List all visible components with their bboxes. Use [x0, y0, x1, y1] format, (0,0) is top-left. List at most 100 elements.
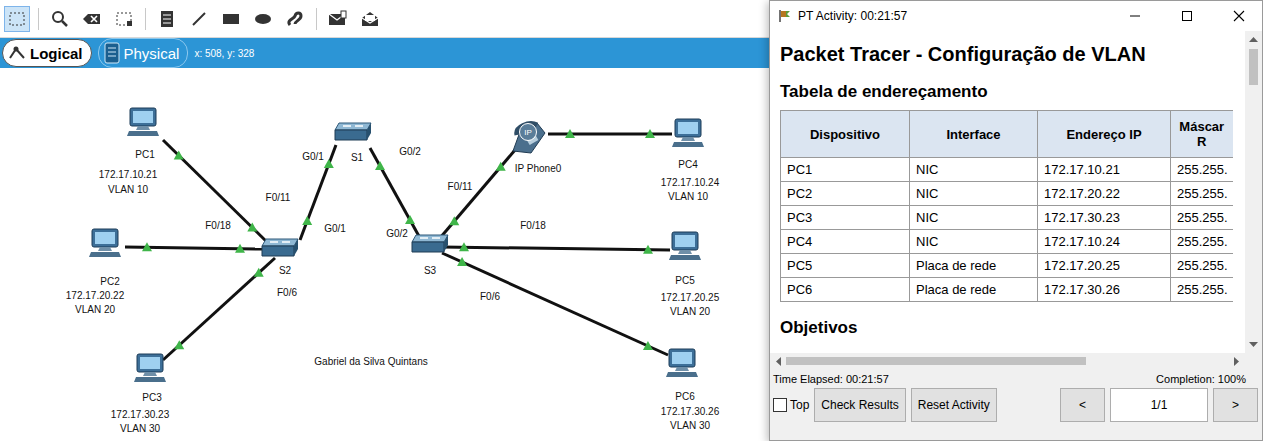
pc-node[interactable] [668, 231, 702, 261]
vlan-label: VLAN 10 [108, 184, 148, 196]
port-label: G0/1 [302, 151, 324, 163]
check-results-button[interactable]: Check Results [814, 388, 905, 422]
complex-pdu-icon [360, 10, 380, 28]
toolbar-separator [145, 8, 146, 30]
delete-tool[interactable] [79, 6, 105, 32]
table-cell: 172.17.20.22 [1038, 182, 1171, 206]
next-button[interactable]: > [1213, 388, 1258, 422]
reset-activity-button[interactable]: Reset Activity [911, 388, 997, 422]
rack-icon [104, 42, 120, 64]
table-row: PC1NIC172.17.10.21255.255. [781, 158, 1233, 182]
device-label: IP Phone0 [515, 163, 562, 175]
table-cell: PC2 [781, 182, 910, 206]
network-link[interactable] [442, 253, 668, 355]
computer-icon [126, 107, 160, 137]
link-status-icon [405, 215, 415, 224]
time-elapsed: Time Elapsed: 00:21:57 [773, 373, 889, 385]
device-label: PC4 [678, 159, 697, 171]
link-status-icon [459, 242, 469, 251]
resize-tool[interactable] [111, 6, 137, 32]
port-label: G0/1 [324, 223, 346, 235]
vlan-label: VLAN 20 [75, 304, 115, 316]
table-cell: 255.255. [1171, 278, 1233, 302]
pc-node[interactable] [671, 118, 705, 148]
activity-heading: Packet Tracer - Configuração de VLAN [780, 43, 1245, 66]
logical-topology-icon [8, 45, 26, 61]
table-cell: 255.255. [1171, 158, 1233, 182]
pc-node[interactable] [126, 107, 160, 137]
resize-icon [115, 11, 133, 27]
activity-icon [778, 9, 792, 23]
network-link[interactable] [440, 150, 515, 238]
ellipse-tool[interactable] [250, 6, 276, 32]
top-checkbox[interactable]: Top [773, 398, 809, 412]
maximize-button[interactable] [1164, 1, 1210, 31]
pc-node[interactable] [665, 348, 699, 378]
network-link[interactable] [163, 258, 275, 360]
ip-label: 172.17.10.24 [661, 177, 719, 189]
link-status-icon [174, 340, 184, 349]
activity-window: PT Activity: 00:21:57Packet Tracer - Con… [769, 0, 1263, 441]
column-header: Máscar R [1171, 111, 1233, 158]
vlan-label: VLAN 30 [120, 423, 160, 435]
device-label: S1 [351, 152, 363, 164]
checkbox[interactable] [773, 398, 787, 412]
line-icon [190, 10, 208, 28]
link-status-icon [174, 150, 184, 159]
horizontal-scrollbar[interactable] [770, 353, 1245, 369]
pc-node[interactable] [133, 353, 167, 383]
network-link[interactable] [163, 140, 268, 243]
scroll-thumb[interactable] [786, 357, 1086, 365]
delete-icon [82, 11, 102, 27]
phone-icon: IP [507, 121, 547, 155]
phone-node[interactable]: IP [507, 121, 547, 155]
simple-pdu-tool[interactable] [325, 6, 351, 32]
table-cell: Placa de rede [910, 278, 1038, 302]
select-tool[interactable] [4, 6, 30, 32]
status-row: Time Elapsed: 00:21:57Completion: 100% [773, 373, 1258, 385]
table-cell: 172.17.10.24 [1038, 230, 1171, 254]
network-link[interactable] [548, 133, 672, 136]
page-field[interactable]: 1/1 [1110, 388, 1208, 422]
pc-node[interactable] [88, 228, 122, 258]
author-note: Gabriel da Silva Quintans [314, 356, 427, 368]
table-cell: 255.255. [1171, 182, 1233, 206]
link-status-icon [324, 159, 334, 168]
link-status-icon [496, 162, 506, 171]
scroll-up-icon [1246, 31, 1262, 47]
freehand-tool[interactable] [282, 6, 308, 32]
table-row: PC2NIC172.17.20.22255.255. [781, 182, 1233, 206]
switch-node[interactable] [410, 233, 450, 255]
vertical-scrollbar[interactable] [1245, 31, 1262, 353]
rectangle-tool[interactable] [218, 6, 244, 32]
table-cell: 172.17.30.26 [1038, 278, 1171, 302]
switch-icon [333, 121, 373, 143]
scroll-thumb[interactable] [1249, 49, 1258, 85]
port-label: G0/2 [399, 146, 421, 158]
switch-node[interactable] [333, 121, 373, 143]
scroll-down-icon [1246, 337, 1262, 353]
network-link[interactable] [442, 247, 670, 250]
view-tab[interactable]: Logical [2, 39, 92, 67]
note-tool[interactable] [154, 6, 180, 32]
column-header: Dispositivo [781, 111, 910, 158]
inspect-tool[interactable] [47, 6, 73, 32]
view-tab[interactable]: Physical [98, 38, 189, 68]
computer-icon [668, 231, 702, 261]
switch-node[interactable] [260, 237, 300, 259]
network-link[interactable] [370, 148, 420, 238]
line-tool[interactable] [186, 6, 212, 32]
column-header: Endereço IP [1038, 111, 1171, 158]
computer-icon [671, 118, 705, 148]
previous-button[interactable]: < [1060, 388, 1105, 422]
column-header: Interface [910, 111, 1038, 158]
link-status-icon [457, 257, 467, 266]
port-label: G0/2 [386, 228, 408, 240]
table-cell: PC1 [781, 158, 910, 182]
link-status-icon [645, 129, 655, 138]
minimize-button[interactable] [1112, 1, 1158, 31]
link-status-icon [449, 216, 459, 225]
close-button[interactable] [1216, 1, 1262, 31]
table-title: Tabela de endereçamento [780, 82, 1245, 102]
complex-pdu-tool[interactable] [357, 6, 383, 32]
